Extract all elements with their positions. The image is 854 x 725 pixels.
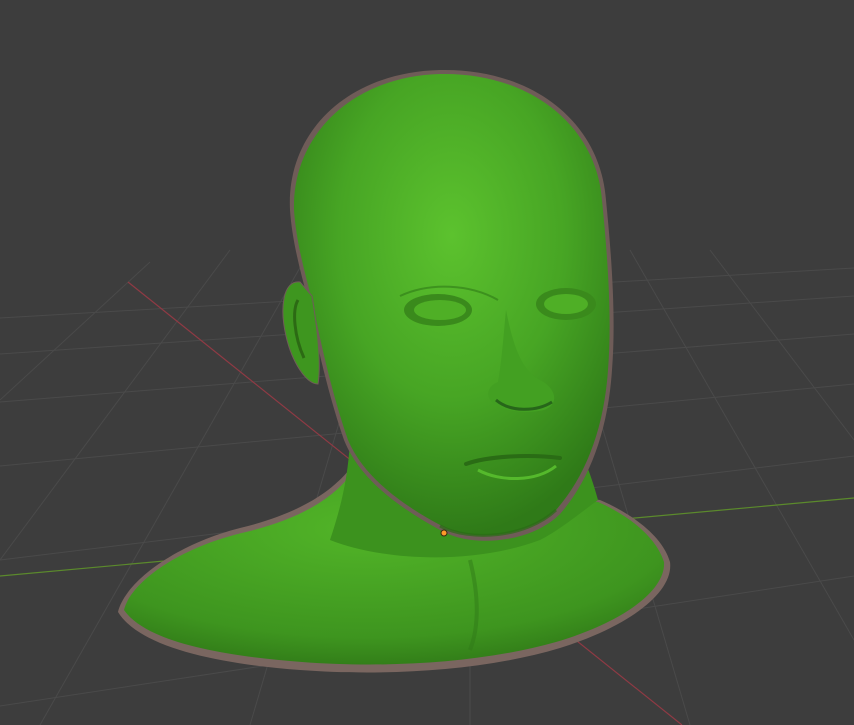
- 3d-viewport[interactable]: [0, 0, 854, 725]
- right-eye: [544, 294, 588, 314]
- origin-point-icon[interactable]: [440, 529, 448, 537]
- viewport-canvas[interactable]: [0, 0, 854, 725]
- left-eye: [414, 300, 466, 320]
